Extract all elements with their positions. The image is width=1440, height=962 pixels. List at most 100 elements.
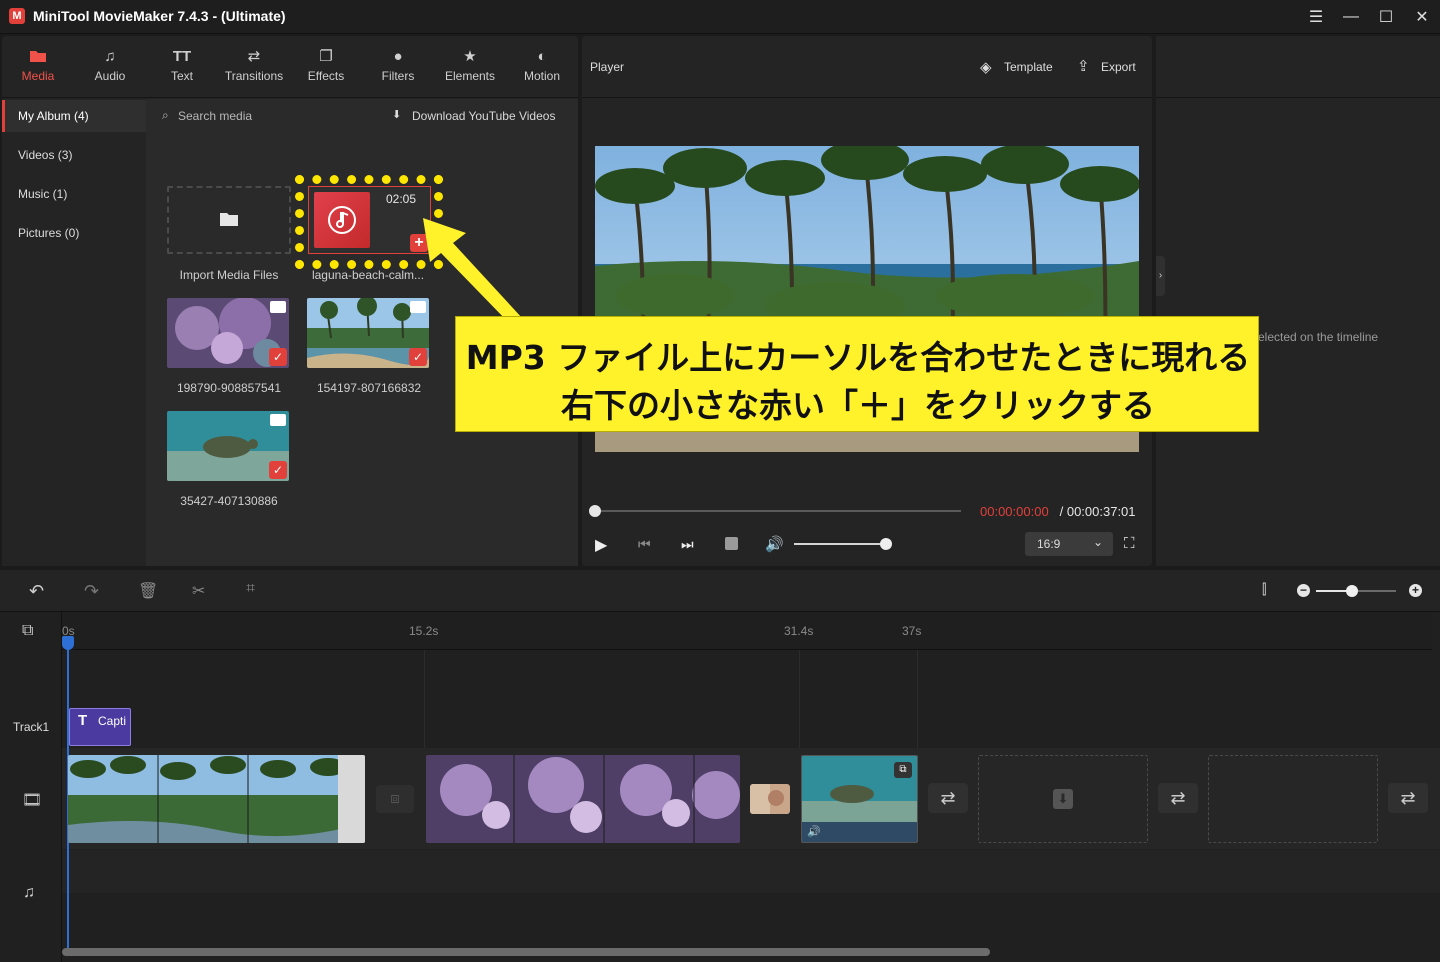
export-icon: ⇪ bbox=[1077, 58, 1090, 75]
added-check-icon: ✓ bbox=[269, 461, 287, 479]
timeline-scrollbar[interactable] bbox=[62, 948, 990, 956]
video-name-2: 154197-807166832 bbox=[316, 381, 422, 395]
search-bar[interactable]: ⌕ Search media ⬇ Download YouTube Videos bbox=[146, 99, 578, 131]
progress-track[interactable] bbox=[595, 510, 961, 512]
video-thumb-turtle[interactable]: ✓ bbox=[167, 411, 289, 481]
transition-thumb[interactable] bbox=[750, 784, 790, 814]
aspect-ratio-select[interactable]: 16:9 ⌄ bbox=[1025, 532, 1113, 556]
swap-transition-button[interactable]: ⇄ bbox=[928, 783, 968, 813]
tab-elements[interactable]: ★ Elements bbox=[435, 36, 505, 98]
callout-line-1: MP3 ファイル上にカーソルを合わせたときに現れる bbox=[465, 338, 1251, 377]
tab-media[interactable]: Media bbox=[3, 36, 73, 98]
zoom-out-icon[interactable]: − bbox=[1297, 584, 1310, 597]
transition-icon: ⇄ bbox=[247, 48, 261, 65]
video-thumb-coral[interactable]: ✓ bbox=[167, 298, 289, 368]
video-thumb-beach[interactable]: ✓ bbox=[307, 298, 429, 368]
redo-icon[interactable]: ↷ bbox=[84, 581, 99, 602]
fullscreen-icon[interactable]: ⛶ bbox=[1124, 535, 1135, 552]
export-button[interactable]: Export bbox=[1101, 60, 1136, 74]
window-title: MiniTool MovieMaker 7.4.3 - (Ultimate) bbox=[33, 8, 286, 24]
search-icon: ⌕ bbox=[162, 108, 169, 122]
timeline-panel: ↶ ↷ 🗑 ✂ ⌗ ⫿ − + ⧉ Track1 🎞 ♫ 0s 15.2s 31… bbox=[0, 570, 1440, 962]
swap-transition-button[interactable]: ⇄ bbox=[1158, 783, 1198, 813]
tab-motion[interactable]: ◐ Motion bbox=[507, 36, 577, 98]
maximize-button[interactable]: ☐ bbox=[1368, 0, 1404, 34]
next-frame-button[interactable]: ⏭ bbox=[681, 536, 694, 553]
added-check-icon: ✓ bbox=[409, 348, 427, 366]
video-camera-icon bbox=[270, 301, 286, 313]
menu-icon[interactable]: ☰ bbox=[1298, 0, 1334, 34]
player-header: Player ◈ Template ⇪ Export bbox=[582, 36, 1152, 98]
title-bar: M MiniTool MovieMaker 7.4.3 - (Ultimate)… bbox=[0, 0, 1440, 34]
caption-clip-label: Capti bbox=[98, 714, 127, 728]
text-icon: T bbox=[78, 712, 88, 729]
annotation-arrow bbox=[423, 218, 523, 325]
video-clip-coral[interactable] bbox=[426, 755, 740, 843]
close-button[interactable]: ✕ bbox=[1404, 0, 1440, 34]
audio-track bbox=[62, 850, 1440, 893]
time-current: 00:00:00:00 bbox=[980, 504, 1049, 519]
transition-slot-icon[interactable]: ⧈ bbox=[376, 785, 414, 813]
grid-line bbox=[799, 650, 800, 748]
zoom-handle[interactable] bbox=[1346, 585, 1358, 597]
effects-icon: ❐ bbox=[319, 48, 333, 65]
video-clip-beach[interactable] bbox=[68, 755, 365, 843]
play-button[interactable]: ▶ bbox=[595, 535, 607, 555]
add-track-icon[interactable]: ⧉ bbox=[22, 622, 33, 640]
playhead-handle[interactable] bbox=[62, 636, 74, 650]
stop-button[interactable] bbox=[725, 537, 738, 550]
chevron-down-icon: ⌄ bbox=[1093, 535, 1104, 549]
tick-label: 37s bbox=[902, 624, 922, 638]
category-videos[interactable]: Videos (3) bbox=[2, 139, 146, 171]
speaker-icon: 🔊 bbox=[807, 826, 821, 838]
volume-track[interactable] bbox=[794, 543, 886, 545]
tick-label: 31.4s bbox=[784, 624, 814, 638]
properties-hint: elected on the timeline bbox=[1258, 330, 1379, 344]
time-ruler[interactable]: 0s 15.2s 31.4s 37s bbox=[62, 612, 1432, 650]
minimize-button[interactable]: — bbox=[1333, 0, 1369, 34]
tab-effects[interactable]: ❐ Effects bbox=[291, 36, 361, 98]
zoom-in-icon[interactable]: + bbox=[1409, 584, 1422, 597]
motion-icon: ◐ bbox=[537, 48, 547, 65]
aspect-ratio-value: 16:9 bbox=[1037, 537, 1061, 551]
delete-icon[interactable]: 🗑 bbox=[138, 581, 158, 601]
category-pictures[interactable]: Pictures (0) bbox=[2, 217, 146, 249]
progress-handle[interactable] bbox=[589, 505, 601, 517]
video-clip-turtle[interactable]: ⧉ 🔊 bbox=[801, 755, 918, 843]
download-youtube-link[interactable]: Download YouTube Videos bbox=[412, 109, 555, 123]
app-logo-icon: M bbox=[9, 8, 25, 24]
category-my-album[interactable]: My Album (4) bbox=[2, 100, 146, 132]
fit-to-timeline-icon[interactable]: ⫿ bbox=[1262, 581, 1266, 598]
template-button[interactable]: Template bbox=[1004, 60, 1053, 74]
empty-drop-slot[interactable] bbox=[1208, 755, 1378, 843]
previous-frame-button[interactable]: ⏮ bbox=[638, 536, 651, 553]
panel-expand-handle[interactable]: › bbox=[1156, 256, 1165, 296]
split-scissors-icon[interactable]: ✂ bbox=[192, 581, 205, 601]
import-media-tile[interactable] bbox=[167, 186, 291, 254]
video-name-3: 35427-407130886 bbox=[180, 494, 278, 508]
caption-clip[interactable]: T Capti bbox=[69, 708, 131, 746]
audio-track-icon: ♫ bbox=[23, 884, 35, 901]
undo-icon[interactable]: ↶ bbox=[29, 581, 44, 602]
tick-label: 15.2s bbox=[409, 624, 439, 638]
tab-audio[interactable]: ♫ Audio bbox=[75, 36, 145, 98]
grid-line bbox=[917, 650, 918, 748]
download-icon: ⬇ bbox=[392, 109, 402, 121]
volume-icon[interactable]: 🔊 bbox=[765, 535, 784, 553]
swap-transition-button[interactable]: ⇄ bbox=[1388, 783, 1428, 813]
main-tabs: Media ♫ Audio TT Text ⇄ Transitions ❐ Ef… bbox=[2, 36, 578, 98]
multi-clip-icon: ⧉ bbox=[894, 762, 912, 778]
volume-handle[interactable] bbox=[880, 538, 892, 550]
empty-drop-slot[interactable]: ⬇ bbox=[978, 755, 1148, 843]
category-music[interactable]: Music (1) bbox=[2, 178, 146, 210]
crop-icon[interactable]: ⌗ bbox=[246, 580, 255, 598]
filters-icon: ● bbox=[393, 48, 403, 65]
template-icon: ◈ bbox=[980, 59, 992, 76]
timeline-toolbar: ↶ ↷ 🗑 ✂ ⌗ ⫿ − + bbox=[0, 570, 1440, 612]
properties-panel: › elected on the timeline bbox=[1156, 36, 1440, 566]
tab-filters[interactable]: ● Filters bbox=[363, 36, 433, 98]
search-input[interactable]: Search media bbox=[178, 109, 252, 123]
tab-transitions[interactable]: ⇄ Transitions bbox=[219, 36, 289, 98]
tab-text[interactable]: TT Text bbox=[147, 36, 217, 98]
elements-icon: ★ bbox=[463, 48, 477, 65]
